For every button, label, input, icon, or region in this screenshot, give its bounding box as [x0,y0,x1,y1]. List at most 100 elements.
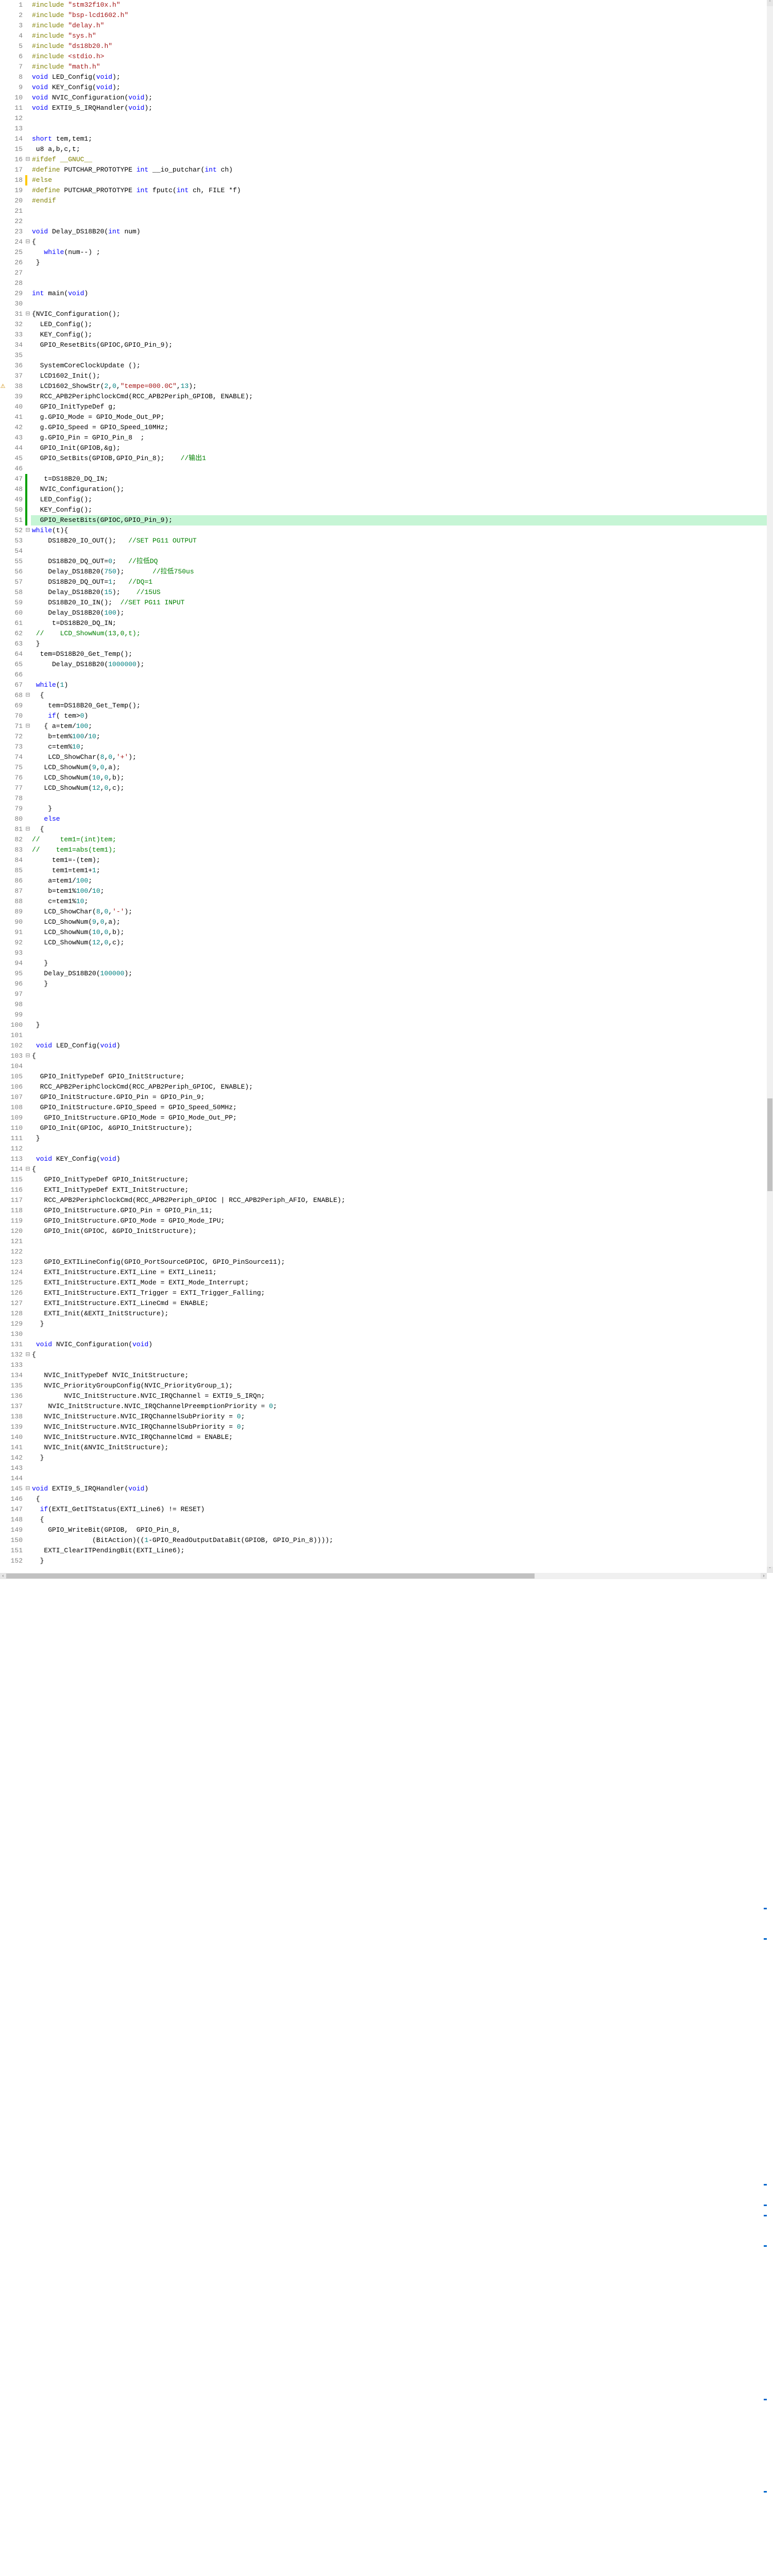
line-number[interactable]: 143 [6,1463,23,1473]
line-number[interactable]: 56 [6,567,23,577]
line-number[interactable]: 151 [6,1546,23,1556]
line-number[interactable]: 7 [6,62,23,72]
code-line[interactable]: Delay_DS18B20(750); //拉低750us [31,567,767,577]
code-line[interactable]: (BitAction)((1-GPIO_ReadOutputDataBit(GP… [31,1535,767,1546]
code-line[interactable]: { a=tem/100; [31,721,767,732]
line-number[interactable]: 127 [6,1298,23,1309]
scrollbar-right-arrow-icon[interactable]: › [761,1573,767,1579]
line-number[interactable]: 11 [6,103,23,113]
line-number[interactable]: 110 [6,1123,23,1133]
code-line[interactable]: LCD_ShowChar(8,0,'+'); [31,752,767,762]
line-number[interactable]: 4 [6,31,23,41]
line-number[interactable]: 34 [6,340,23,350]
code-line[interactable] [31,1144,767,1154]
overview-mark[interactable] [764,1938,767,1940]
line-number[interactable]: 139 [6,1422,23,1432]
line-number[interactable]: 18 [6,175,23,185]
code-line[interactable]: #endif [31,196,767,206]
line-number[interactable]: 83 [6,845,23,855]
line-number[interactable]: 64 [6,649,23,659]
line-number[interactable]: 49 [6,495,23,505]
code-line[interactable]: while(1) [31,680,767,690]
code-line[interactable]: } [31,1020,767,1030]
code-line[interactable] [31,299,767,309]
fold-collapse-icon[interactable]: ⊟ [25,1484,31,1494]
code-line[interactable]: GPIO_InitStructure.GPIO_Speed = GPIO_Spe… [31,1103,767,1113]
line-number[interactable]: 36 [6,361,23,371]
code-line[interactable]: GPIO_ResetBits(GPIOC,GPIO_Pin_9); [31,340,767,350]
code-line[interactable]: // LCD_ShowNum(13,0,t); [31,629,767,639]
fold-collapse-icon[interactable]: ⊟ [25,721,31,732]
line-number[interactable]: 21 [6,206,23,216]
line-number[interactable]: 14 [6,134,23,144]
code-line[interactable]: LCD_ShowNum(10,0,b); [31,927,767,938]
code-line[interactable]: g.GPIO_Speed = GPIO_Speed_10MHz; [31,422,767,433]
line-number[interactable]: 147 [6,1504,23,1515]
line-number[interactable]: 42 [6,422,23,433]
code-line[interactable] [31,999,767,1010]
code-line[interactable] [31,1247,767,1257]
line-number[interactable]: 20 [6,196,23,206]
line-number[interactable]: 146 [6,1494,23,1504]
line-number[interactable]: 43 [6,433,23,443]
line-number[interactable]: 35 [6,350,23,361]
line-number[interactable]: 121 [6,1236,23,1247]
line-number[interactable]: 66 [6,670,23,680]
line-number[interactable]: 8 [6,72,23,82]
line-number[interactable]: 102 [6,1041,23,1051]
code-line[interactable]: t=DS18B20_DQ_IN; [31,618,767,629]
line-number[interactable]: 144 [6,1473,23,1484]
code-line[interactable] [31,1061,767,1072]
code-line[interactable]: g.GPIO_Mode = GPIO_Mode_Out_PP; [31,412,767,422]
line-number[interactable]: 29 [6,289,23,299]
code-line[interactable]: } [31,1319,767,1329]
code-line[interactable]: } [31,639,767,649]
line-number[interactable]: 69 [6,701,23,711]
horizontal-scrollbar[interactable]: ‹ › [0,1573,767,1579]
line-number[interactable]: 55 [6,556,23,567]
code-line[interactable] [31,1030,767,1041]
code-line[interactable]: void KEY_Config(void); [31,82,767,93]
code-line[interactable]: tem=DS18B20_Get_Temp(); [31,649,767,659]
line-number[interactable]: 130 [6,1329,23,1340]
code-line[interactable]: g.GPIO_Pin = GPIO_Pin_8 ; [31,433,767,443]
fold-collapse-icon[interactable]: ⊟ [25,824,31,835]
line-number[interactable]: 30 [6,299,23,309]
code-line[interactable]: #include "bsp-lcd1602.h" [31,10,767,21]
line-number[interactable]: 90 [6,917,23,927]
line-number[interactable]: 41 [6,412,23,422]
code-line[interactable]: GPIO_InitStructure.GPIO_Pin = GPIO_Pin_9… [31,1092,767,1103]
scrollbar-up-arrow-icon[interactable]: ˆ [767,0,773,6]
line-number[interactable]: 124 [6,1267,23,1278]
line-number[interactable]: 129 [6,1319,23,1329]
fold-collapse-icon[interactable]: ⊟ [25,1164,31,1175]
code-line[interactable]: tem1=tem1+1; [31,866,767,876]
code-line[interactable]: LCD_ShowNum(12,0,c); [31,938,767,948]
code-line[interactable]: EXTI_Init(&EXTI_InitStructure); [31,1309,767,1319]
code-line[interactable]: DS18B20_IO_OUT(); //SET PG11 OUTPUT [31,536,767,546]
code-line[interactable]: DS18B20_IO_IN(); //SET PG11 INPUT [31,598,767,608]
code-line[interactable]: #define PUTCHAR_PROTOTYPE int fputc(int … [31,185,767,196]
line-number[interactable]: 9 [6,82,23,93]
line-number[interactable]: 135 [6,1381,23,1391]
fold-collapse-icon[interactable]: ⊟ [25,1350,31,1360]
line-number[interactable]: 92 [6,938,23,948]
code-line[interactable]: GPIO_Init(GPIOC, &GPIO_InitStructure); [31,1123,767,1133]
line-number[interactable]: 84 [6,855,23,866]
code-line[interactable] [31,206,767,216]
code-line[interactable]: t=DS18B20_DQ_IN; [31,474,767,484]
code-line[interactable]: c=tem1%10; [31,896,767,907]
code-line[interactable] [31,1463,767,1473]
line-number[interactable]: 26 [6,258,23,268]
code-line[interactable]: RCC_APB2PeriphClockCmd(RCC_APB2Periph_GP… [31,1195,767,1206]
line-number[interactable]: 13 [6,124,23,134]
code-line[interactable]: while(t){ [31,526,767,536]
line-number[interactable]: 85 [6,866,23,876]
code-line[interactable]: #include "sys.h" [31,31,767,41]
line-number[interactable]: 148 [6,1515,23,1525]
fold-collapse-icon[interactable]: ⊟ [25,690,31,701]
line-number[interactable]: 77 [6,783,23,793]
line-number[interactable]: 24 [6,237,23,247]
line-number[interactable]: 150 [6,1535,23,1546]
line-number[interactable]: 73 [6,742,23,752]
